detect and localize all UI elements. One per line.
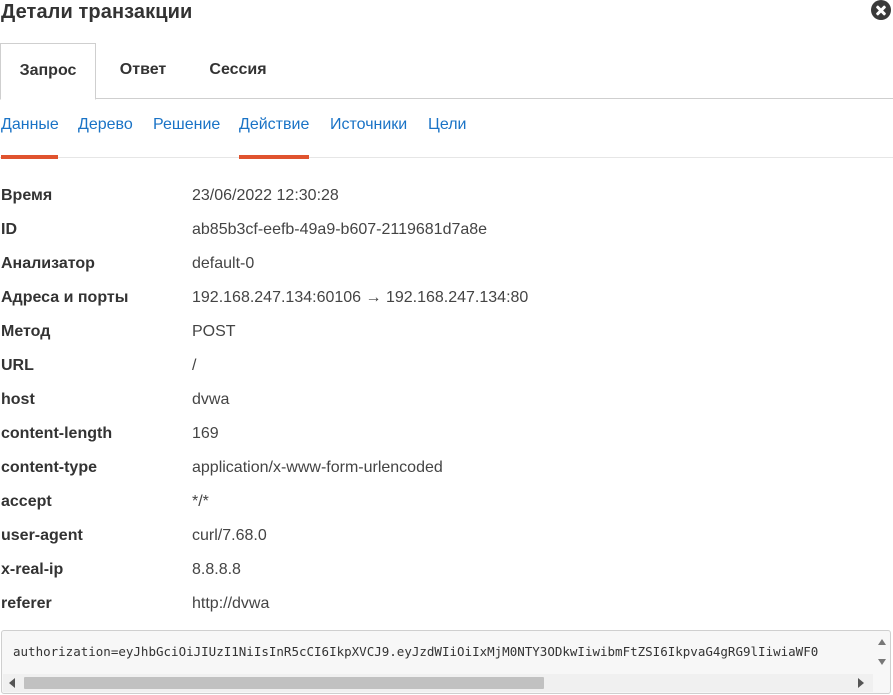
detail-row: referer http://dvwa (0, 587, 893, 621)
dialog-header: Детали транзакции (0, 0, 893, 30)
detail-value: 8.8.8.8 (192, 561, 241, 578)
tab-response[interactable]: Ответ (101, 43, 185, 99)
detail-value: dvwa (192, 391, 230, 408)
detail-key: Метод (1, 323, 51, 340)
detail-value: curl/7.68.0 (192, 527, 267, 544)
detail-row: x-real-ip 8.8.8.8 (0, 553, 893, 587)
detail-key: user-agent (1, 527, 83, 544)
detail-value: / (192, 357, 197, 374)
detail-value: POST (192, 323, 236, 340)
scroll-down-icon[interactable] (878, 659, 886, 665)
scroll-up-icon[interactable] (878, 639, 886, 645)
subtab-action-underline (239, 155, 309, 159)
detail-row: accept */* (0, 485, 893, 519)
subtab-decision[interactable]: Решение (153, 116, 220, 134)
subtab-action[interactable]: Действие (239, 116, 309, 134)
dialog-title: Детали транзакции (1, 1, 193, 23)
detail-row: URL / (0, 349, 893, 383)
request-body-box[interactable]: authorization=eyJhbGciOiJIUzI1NiIsInR5cC… (1, 630, 891, 694)
subtab-tree[interactable]: Дерево (78, 116, 133, 134)
subtab-sources[interactable]: Источники (330, 116, 407, 134)
detail-row: ID ab85b3cf-eefb-49a9-b607-2119681d7a8e (0, 213, 893, 247)
detail-row: content-length 169 (0, 417, 893, 451)
request-body-text[interactable]: authorization=eyJhbGciOiJIUzI1NiIsInR5cC… (13, 644, 875, 659)
detail-value: */* (192, 493, 209, 510)
sub-tabs: Данные Дерево Решение Действие Источники… (0, 112, 893, 159)
subtab-targets[interactable]: Цели (428, 116, 466, 134)
detail-row: Время 23/06/2022 12:30:28 (0, 179, 893, 213)
detail-key: accept (1, 493, 52, 510)
detail-value: 169 (192, 425, 219, 442)
detail-row: Анализатор default-0 (0, 247, 893, 281)
detail-row: content-type application/x-www-form-urle… (0, 451, 893, 485)
detail-key: Время (1, 187, 53, 204)
detail-value: default-0 (192, 255, 255, 272)
horizontal-scrollbar[interactable] (3, 674, 873, 692)
detail-value: 23/06/2022 12:30:28 (192, 187, 339, 204)
detail-value: http://dvwa (192, 595, 270, 612)
detail-value: application/x-www-form-urlencoded (192, 459, 443, 476)
detail-key: Адреса и порты (1, 289, 129, 306)
tab-session[interactable]: Сессия (193, 43, 283, 99)
detail-key: URL (1, 357, 34, 374)
detail-key: x-real-ip (1, 561, 64, 578)
detail-key: ID (1, 221, 17, 238)
detail-key: content-type (1, 459, 97, 476)
detail-value: 192.168.247.134:60106 → 192.168.247.134:… (192, 289, 529, 306)
detail-key: host (1, 391, 35, 408)
scroll-right-icon[interactable] (858, 678, 864, 688)
detail-key: referer (1, 595, 52, 612)
tab-request[interactable]: Запрос (0, 43, 96, 100)
detail-row: Метод POST (0, 315, 893, 349)
subtab-data[interactable]: Данные (1, 116, 59, 134)
detail-row: user-agent curl/7.68.0 (0, 519, 893, 553)
detail-key: content-length (1, 425, 113, 442)
detail-row: Адреса и порты 192.168.247.134:60106 → 1… (0, 281, 893, 315)
main-tabs: Запрос Ответ Сессия (0, 43, 893, 100)
detail-value: ab85b3cf-eefb-49a9-b607-2119681d7a8e (192, 221, 488, 238)
detail-row: host dvwa (0, 383, 893, 417)
scrollbar-thumb[interactable] (24, 677, 544, 689)
detail-key: Анализатор (1, 255, 95, 272)
scroll-left-icon[interactable] (9, 678, 15, 688)
subtab-data-underline (1, 155, 58, 159)
close-icon[interactable] (871, 0, 891, 20)
